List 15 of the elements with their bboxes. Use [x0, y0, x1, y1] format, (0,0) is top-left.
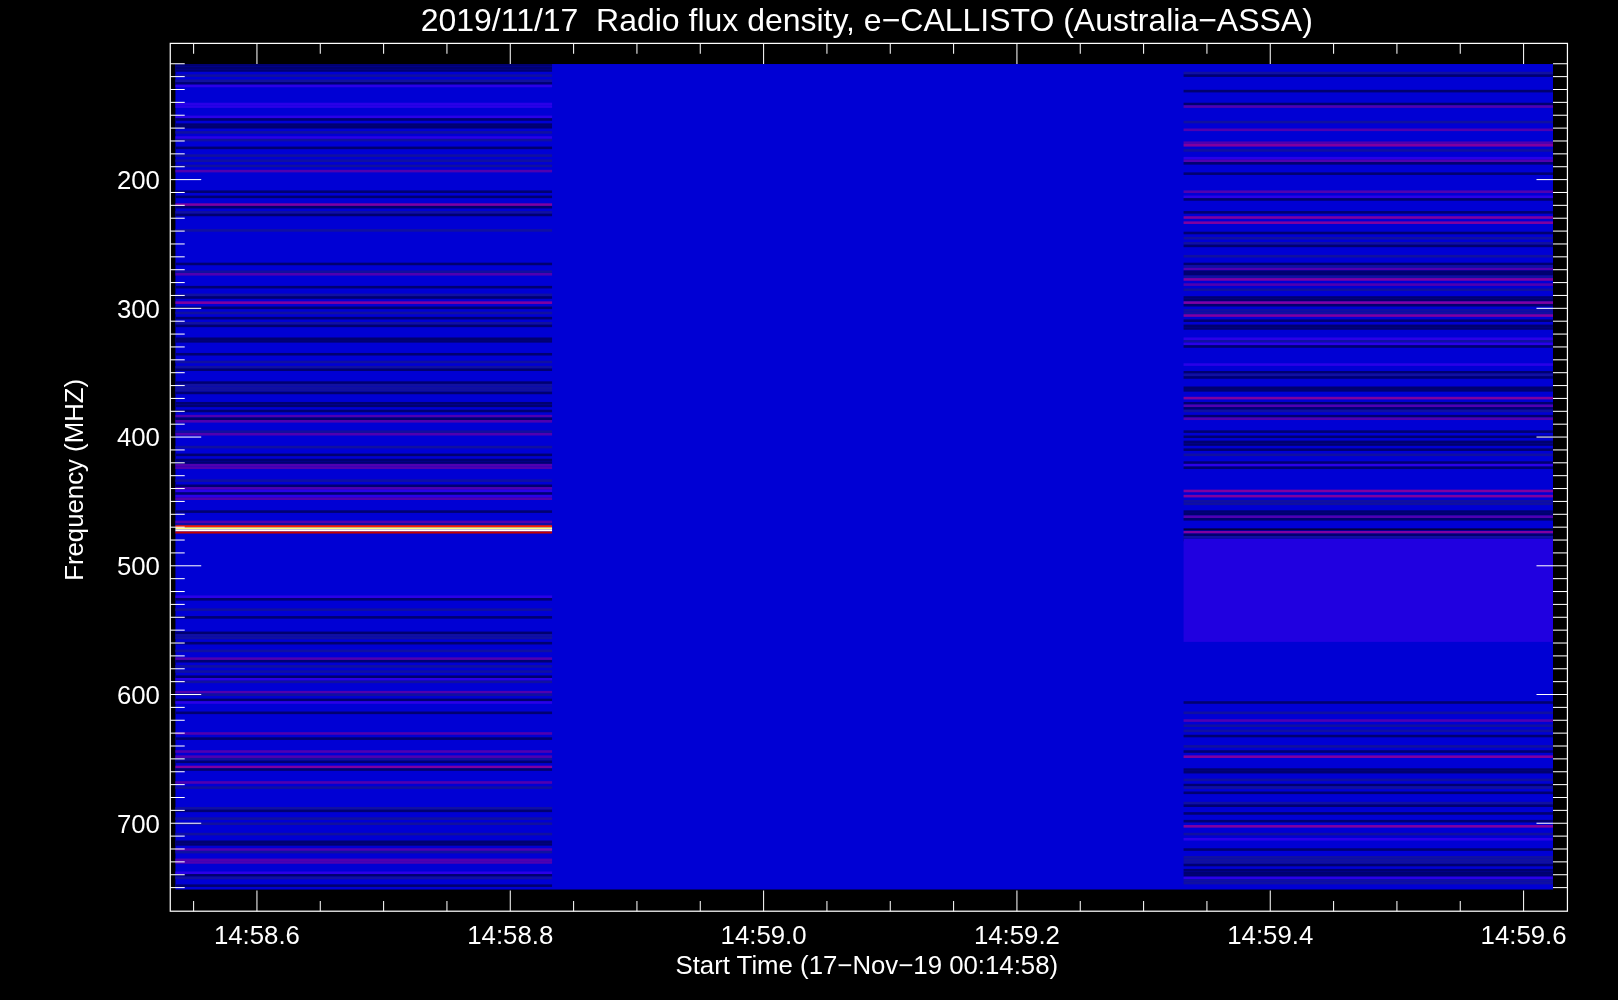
tick-label: 600 [116, 680, 160, 709]
chart-title: 2019/11/17 Radio flux density, e−CALLISTO (Australia−ASSA) [420, 2, 1313, 38]
tick-label: 400 [116, 423, 160, 452]
tick-label: 500 [116, 552, 160, 581]
tick-label: 200 [116, 165, 160, 194]
axis-label: Frequency (MHZ) [59, 378, 88, 581]
tick-label: 14:58.8 [467, 921, 554, 950]
tick-label: 300 [116, 294, 160, 323]
axis-label: Start Time (17−Nov−19 00:14:58) [675, 951, 1059, 980]
tick-label: 14:59.2 [973, 921, 1060, 950]
tick-label: 14:59.0 [720, 921, 807, 950]
tick-label: 700 [116, 809, 160, 838]
tick-label: 14:59.4 [1227, 921, 1314, 950]
tick-label: 14:59.6 [1480, 921, 1567, 950]
tick-label: 14:58.6 [213, 921, 300, 950]
